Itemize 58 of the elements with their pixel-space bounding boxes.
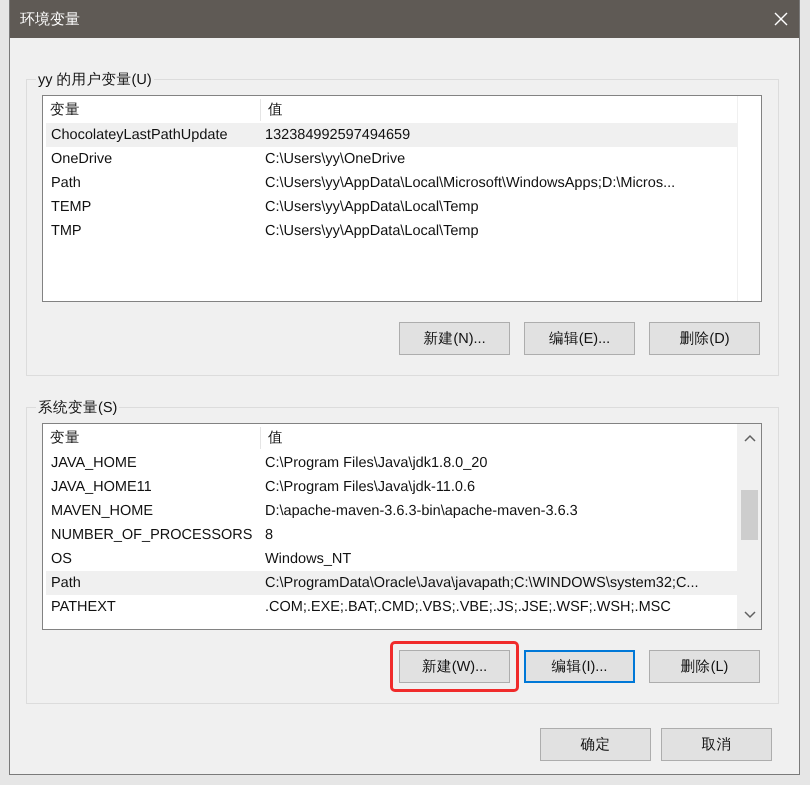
variable-name: OneDrive xyxy=(50,151,114,167)
dialog-button[interactable]: 新建(N)... xyxy=(399,322,510,355)
variable-name: PATHEXT xyxy=(50,599,117,615)
variable-list[interactable] xyxy=(42,95,762,302)
dialog-button[interactable]: 编辑(E)... xyxy=(524,322,635,355)
list-row[interactable]: PATHEXT .COM;.EXE;.BAT;.CMD;.VBS;.VBE;.JS;.JSE;.WSF;.WSH;.MSC xyxy=(46,595,737,619)
dialog-button[interactable]: 删除(L) xyxy=(649,650,760,683)
variable-value: C:\ProgramData\Oracle\Java\javapath;C:\WINDOWS\system32;C... xyxy=(264,575,700,591)
column-header[interactable]: 值 xyxy=(261,98,737,120)
variable-value: C:\Users\yy\AppData\Local\Temp xyxy=(264,223,480,239)
list-row[interactable]: Path C:\Users\yy\AppData\Local\Microsoft\WindowsApps;D:\Micros... xyxy=(46,171,737,195)
dialog-button[interactable]: 确定 xyxy=(540,728,651,761)
variable-name: OS xyxy=(50,551,73,567)
variable-value: D:\apache-maven-3.6.3-bin\apache-maven-3.6.3 xyxy=(264,503,579,519)
list-row[interactable]: JAVA_HOME11 C:\Program Files\Java\jdk-11.0.6 xyxy=(46,475,737,499)
variable-name: NUMBER_OF_PROCESSORS xyxy=(50,527,254,543)
dialog-button[interactable]: 取消 xyxy=(661,728,772,761)
group-title: 系统变量(S) xyxy=(37,398,118,417)
variable-value: .COM;.EXE;.BAT;.CMD;.VBS;.VBE;.JS;.JSE;.WSF;.WSH;.MSC xyxy=(264,599,672,615)
list-row[interactable]: Path C:\ProgramData\Oracle\Java\javapath;C:\WINDOWS\system32;C... xyxy=(46,571,737,595)
variable-list[interactable] xyxy=(42,423,762,630)
variable-name: Path xyxy=(50,175,82,191)
variable-name: TEMP xyxy=(50,199,92,215)
list-row[interactable]: TMP C:\Users\yy\AppData\Local\Temp xyxy=(46,219,737,243)
dialog-button[interactable]: 新建(W)... xyxy=(399,650,510,683)
column-header[interactable]: 变量 xyxy=(43,98,260,120)
variable-name: ChocolateyLastPathUpdate xyxy=(50,127,229,143)
list-row[interactable]: TEMP C:\Users\yy\AppData\Local\Temp xyxy=(46,195,737,219)
variable-value: C:\Program Files\Java\jdk1.8.0_20 xyxy=(264,455,488,471)
scroll-thumb[interactable] xyxy=(741,490,758,540)
window-title: 环境变量 xyxy=(20,10,80,28)
variable-value: C:\Users\yy\OneDrive xyxy=(264,151,406,167)
close-icon[interactable] xyxy=(773,11,789,27)
variable-value: 132384992597494659 xyxy=(264,127,412,143)
dialog-button[interactable]: 删除(D) xyxy=(649,322,760,355)
variable-value: C:\Program Files\Java\jdk-11.0.6 xyxy=(264,479,476,495)
dialog-button[interactable]: 编辑(I)... xyxy=(524,650,635,683)
variable-name: JAVA_HOME11 xyxy=(50,479,153,495)
list-row[interactable]: ChocolateyLastPathUpdate 132384992597494659 xyxy=(46,123,737,147)
variable-name: JAVA_HOME xyxy=(50,455,138,471)
variable-value: C:\Users\yy\AppData\Local\Temp xyxy=(264,199,480,215)
scrollbar[interactable] xyxy=(737,424,761,629)
list-row[interactable]: OneDrive C:\Users\yy\OneDrive xyxy=(46,147,737,171)
list-row[interactable]: JAVA_HOME C:\Program Files\Java\jdk1.8.0_20 xyxy=(46,451,737,475)
scroll-down-icon[interactable] xyxy=(744,611,756,619)
variable-name: Path xyxy=(50,575,82,591)
list-row[interactable]: OS Windows_NT xyxy=(46,547,737,571)
list-row[interactable]: MAVEN_HOME D:\apache-maven-3.6.3-bin\apache-maven-3.6.3 xyxy=(46,499,737,523)
variable-value: Windows_NT xyxy=(264,551,352,567)
variable-value: C:\Users\yy\AppData\Local\Microsoft\WindowsApps;D:\Micros... xyxy=(264,175,676,191)
list-row[interactable]: NUMBER_OF_PROCESSORS 8 xyxy=(46,523,737,547)
column-header[interactable]: 变量 xyxy=(43,426,260,448)
variable-value: 8 xyxy=(264,527,274,543)
column-header[interactable]: 值 xyxy=(261,426,737,448)
variable-name: MAVEN_HOME xyxy=(50,503,154,519)
group-title: yy 的用户变量(U) xyxy=(37,70,153,89)
variable-name: TMP xyxy=(50,223,83,239)
scroll-up-icon[interactable] xyxy=(744,434,756,442)
